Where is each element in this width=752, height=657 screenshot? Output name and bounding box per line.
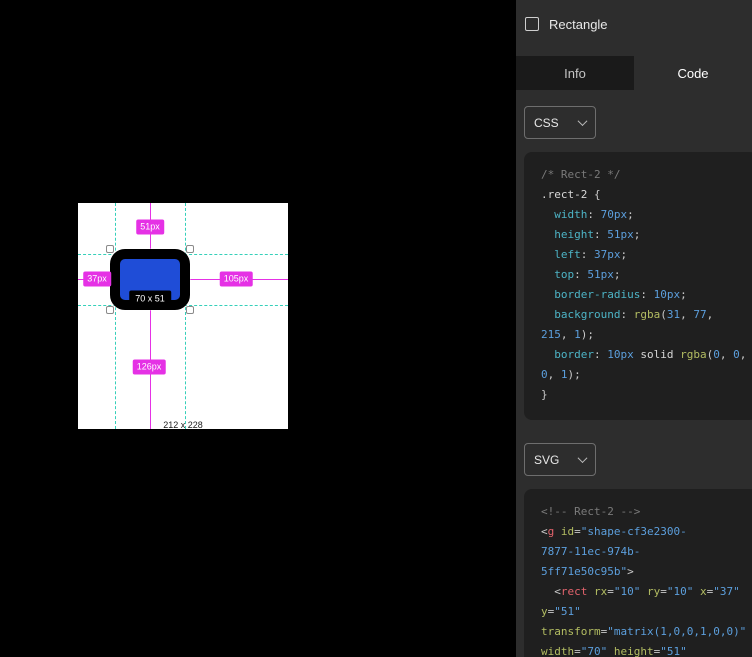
canvas-viewport[interactable]: 51px 37px 105px 126px 70 x 51 212 x 228	[0, 0, 516, 657]
code-line: <g id="shape-cf3e2300-	[541, 522, 750, 542]
selection-handle-bottom-right[interactable]	[186, 306, 194, 314]
svg-code-block: <!-- Rect-2 --><g id="shape-cf3e2300-787…	[524, 489, 752, 657]
distance-badge-left: 37px	[83, 272, 111, 287]
code-line: background: rgba(31, 77,	[541, 305, 750, 325]
code-line: 0, 1);	[541, 365, 750, 385]
code-line: /* Rect-2 */	[541, 165, 750, 185]
tab-code[interactable]: Code	[634, 56, 752, 90]
selection-handle-top-right[interactable]	[186, 245, 194, 253]
code-line: 5ff71e50c95b">	[541, 562, 750, 582]
distance-badge-bottom: 126px	[133, 360, 166, 375]
code-line: left: 37px;	[541, 245, 750, 265]
code-line: 215, 1);	[541, 325, 750, 345]
guide-line-shape-left	[115, 203, 116, 429]
design-app-window: 51px 37px 105px 126px 70 x 51 212 x 228 …	[0, 0, 752, 657]
code-line: .rect-2 {	[541, 185, 750, 205]
css-code-block: /* Rect-2 */.rect-2 { width: 70px; heigh…	[524, 152, 752, 420]
tab-info[interactable]: Info	[516, 56, 634, 90]
selected-layer-label: Rectangle	[549, 17, 608, 32]
chevron-down-icon	[578, 453, 588, 463]
code-line: 7877-11ec-974b-	[541, 542, 750, 562]
right-sidebar: Rectangle Info Code CSS /* Rect-2 */.rec…	[516, 0, 752, 657]
code-line: transform="matrix(1,0,0,1,0,0)"	[541, 622, 750, 642]
css-language-select-value: CSS	[534, 116, 559, 130]
code-line: <!-- Rect-2 -->	[541, 502, 750, 522]
selected-layer-row[interactable]: Rectangle	[516, 0, 752, 48]
svg-format-select[interactable]: SVG	[524, 443, 596, 476]
selection-handle-bottom-left[interactable]	[106, 306, 114, 314]
panel-tabs: Info Code	[516, 56, 752, 90]
selection-handle-top-left[interactable]	[106, 245, 114, 253]
distance-badge-top: 51px	[136, 220, 164, 235]
guide-line-shape-right	[185, 203, 186, 429]
artboard-frame[interactable]: 51px 37px 105px 126px 70 x 51 212 x 228	[78, 203, 288, 429]
code-line: width: 70px;	[541, 205, 750, 225]
code-line: <rect rx="10" ry="10" x="37"	[541, 582, 750, 602]
checkbox-icon[interactable]	[525, 17, 539, 31]
code-line: width="70" height="51"	[541, 642, 750, 657]
code-line: top: 51px;	[541, 265, 750, 285]
distance-badge-right: 105px	[220, 272, 253, 287]
code-line: }	[541, 385, 750, 405]
code-line: y="51"	[541, 602, 750, 622]
frame-size-label: 212 x 228	[163, 420, 203, 430]
shape-size-label: 70 x 51	[129, 291, 171, 308]
code-line: height: 51px;	[541, 225, 750, 245]
chevron-down-icon	[578, 116, 588, 126]
css-language-select[interactable]: CSS	[524, 106, 596, 139]
code-line: border-radius: 10px;	[541, 285, 750, 305]
svg-format-select-value: SVG	[534, 453, 559, 467]
code-line: border: 10px solid rgba(0, 0,	[541, 345, 750, 365]
